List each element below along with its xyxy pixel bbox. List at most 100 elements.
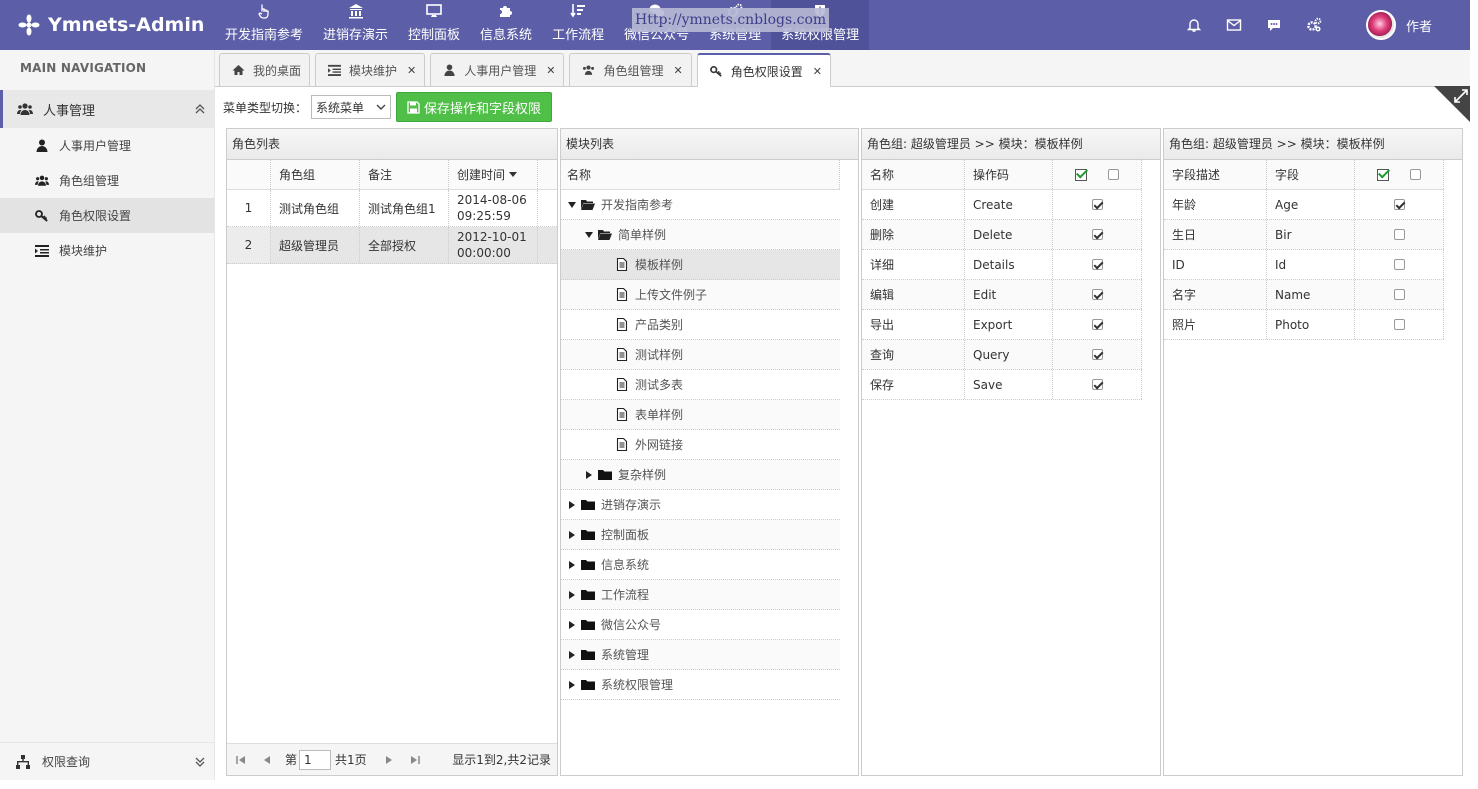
tree-toggle[interactable] bbox=[567, 200, 577, 210]
topnav-item-control-panel[interactable]: 控制面板 bbox=[398, 0, 470, 50]
tree-node[interactable]: 上传文件例子 bbox=[561, 280, 840, 310]
prev-page-button[interactable] bbox=[259, 752, 275, 768]
table-row[interactable]: 删除 Delete bbox=[862, 220, 1142, 250]
tab-my-desktop[interactable]: 我的桌面 bbox=[219, 53, 311, 86]
field-checkbox[interactable] bbox=[1393, 259, 1405, 270]
tab-role-group[interactable]: 角色组管理 ✕ bbox=[569, 53, 692, 86]
topnav-item-workflow[interactable]: 工作流程 bbox=[542, 0, 614, 50]
sidebar-group-hr[interactable]: 人事管理 bbox=[0, 90, 214, 128]
tree-node[interactable]: 外网链接 bbox=[561, 430, 840, 460]
table-row[interactable]: 导出 Export bbox=[862, 310, 1142, 340]
tree-node[interactable]: 控制面板 bbox=[561, 520, 840, 550]
menu-type-select[interactable]: 系统菜单 bbox=[311, 95, 392, 119]
topnav-item-dev-guide[interactable]: 开发指南参考 bbox=[215, 0, 313, 50]
tree-toggle[interactable] bbox=[567, 620, 577, 630]
settings-button[interactable] bbox=[1294, 0, 1334, 50]
tree-node[interactable]: 信息系统 bbox=[561, 550, 840, 580]
mail-button[interactable] bbox=[1214, 0, 1254, 50]
sidebar-item-user-management[interactable]: 人事用户管理 bbox=[0, 128, 214, 163]
operation-checkbox[interactable] bbox=[1091, 229, 1103, 240]
tree-node[interactable]: 测试样例 bbox=[561, 340, 840, 370]
tree-node[interactable]: 系统管理 bbox=[561, 640, 840, 670]
select-all-checkbox[interactable] bbox=[1075, 168, 1088, 181]
page-number-input[interactable]: 1 bbox=[299, 749, 332, 770]
table-row-selected[interactable]: 2 超级管理员 全部授权 2012-10-01 00:00:00 bbox=[227, 227, 557, 264]
column-header-field[interactable]: 字段 bbox=[1267, 160, 1355, 189]
field-checkbox[interactable] bbox=[1393, 199, 1405, 210]
close-icon[interactable]: ✕ bbox=[546, 64, 555, 77]
tree-node[interactable]: 工作流程 bbox=[561, 580, 840, 610]
tab-user-management[interactable]: 人事用户管理 ✕ bbox=[430, 53, 565, 86]
table-row[interactable]: 编辑 Edit bbox=[862, 280, 1142, 310]
operation-checkbox[interactable] bbox=[1091, 349, 1103, 360]
sidebar-item-role-permission[interactable]: 角色权限设置 bbox=[0, 198, 214, 233]
column-header-note[interactable]: 备注 bbox=[360, 160, 449, 189]
table-row[interactable]: 生日 Bir bbox=[1164, 220, 1444, 250]
caret-right-icon[interactable] bbox=[569, 530, 575, 539]
select-none-checkbox[interactable] bbox=[1409, 169, 1421, 180]
column-header-field-desc[interactable]: 字段描述 bbox=[1164, 160, 1267, 189]
tree-toggle[interactable] bbox=[567, 650, 577, 660]
field-checkbox[interactable] bbox=[1393, 289, 1405, 300]
tree-node[interactable]: 复杂样例 bbox=[561, 460, 840, 490]
sidebar-item-role-group[interactable]: 角色组管理 bbox=[0, 163, 214, 198]
last-page-button[interactable] bbox=[407, 752, 423, 768]
brand[interactable]: Ymnets-Admin bbox=[0, 0, 215, 50]
column-header-name[interactable]: 名称 bbox=[561, 160, 840, 189]
tree-node[interactable]: 微信公众号 bbox=[561, 610, 840, 640]
select-none-checkbox[interactable] bbox=[1107, 169, 1119, 180]
caret-right-icon[interactable] bbox=[569, 620, 575, 629]
tab-module-maintenance[interactable]: 模块维护 ✕ bbox=[315, 53, 426, 86]
first-page-button[interactable] bbox=[233, 752, 249, 768]
operation-checkbox[interactable] bbox=[1091, 319, 1103, 330]
select-all-checkbox[interactable] bbox=[1377, 168, 1390, 181]
caret-right-icon[interactable] bbox=[569, 680, 575, 689]
operation-checkbox[interactable] bbox=[1091, 259, 1103, 270]
table-row[interactable]: 名字 Name bbox=[1164, 280, 1444, 310]
tree-toggle[interactable] bbox=[567, 680, 577, 690]
tree-node[interactable]: 模板样例 bbox=[561, 250, 840, 280]
tab-role-permission[interactable]: 角色权限设置 ✕ bbox=[696, 53, 831, 87]
close-icon[interactable]: ✕ bbox=[813, 65, 822, 78]
table-row[interactable]: 照片 Photo bbox=[1164, 310, 1444, 340]
column-header-role-group[interactable]: 角色组 bbox=[271, 160, 360, 189]
avatar[interactable] bbox=[1365, 10, 1396, 40]
tree-toggle[interactable] bbox=[584, 470, 594, 480]
tree-node[interactable]: 简单样例 bbox=[561, 220, 840, 250]
caret-right-icon[interactable] bbox=[569, 500, 575, 509]
save-permissions-button[interactable]: 保存操作和字段权限 bbox=[396, 92, 553, 122]
tree-toggle[interactable] bbox=[567, 560, 577, 570]
operation-checkbox[interactable] bbox=[1091, 199, 1103, 210]
column-header-op-code[interactable]: 操作码 bbox=[965, 160, 1053, 189]
next-page-button[interactable] bbox=[381, 752, 397, 768]
topnav-item-inventory[interactable]: 进销存演示 bbox=[313, 0, 398, 50]
tree-node[interactable]: 系统权限管理 bbox=[561, 670, 840, 700]
tree-toggle[interactable] bbox=[567, 500, 577, 510]
tree-toggle[interactable] bbox=[584, 230, 594, 240]
tree-node[interactable]: 开发指南参考 bbox=[561, 190, 840, 220]
tree-node[interactable]: 进销存演示 bbox=[561, 490, 840, 520]
operation-checkbox[interactable] bbox=[1091, 289, 1103, 300]
table-row[interactable]: ID Id bbox=[1164, 250, 1444, 280]
column-header-op-name[interactable]: 名称 bbox=[862, 160, 965, 189]
table-row[interactable]: 创建 Create bbox=[862, 190, 1142, 220]
caret-down-icon[interactable] bbox=[568, 201, 576, 208]
column-header-create-time[interactable]: 创建时间 bbox=[449, 160, 538, 189]
caret-down-icon[interactable] bbox=[585, 231, 593, 238]
caret-right-icon[interactable] bbox=[586, 470, 592, 479]
tree-node[interactable]: 表单样例 bbox=[561, 400, 840, 430]
caret-right-icon[interactable] bbox=[569, 560, 575, 569]
notification-button[interactable] bbox=[1174, 0, 1214, 50]
operation-checkbox[interactable] bbox=[1091, 379, 1103, 390]
close-icon[interactable]: ✕ bbox=[407, 64, 416, 77]
user-name[interactable]: 作者 bbox=[1406, 16, 1432, 35]
table-row[interactable]: 1 测试角色组 测试角色组1 2014-08-06 09:25:59 bbox=[227, 190, 557, 227]
sidebar-group-permission-query[interactable]: 权限查询 bbox=[0, 742, 214, 780]
close-icon[interactable]: ✕ bbox=[674, 64, 683, 77]
messages-button[interactable] bbox=[1254, 0, 1294, 50]
tree-toggle[interactable] bbox=[567, 590, 577, 600]
tree-node[interactable]: 测试多表 bbox=[561, 370, 840, 400]
table-row[interactable]: 详细 Details bbox=[862, 250, 1142, 280]
table-row[interactable]: 保存 Save bbox=[862, 370, 1142, 400]
caret-right-icon[interactable] bbox=[569, 650, 575, 659]
